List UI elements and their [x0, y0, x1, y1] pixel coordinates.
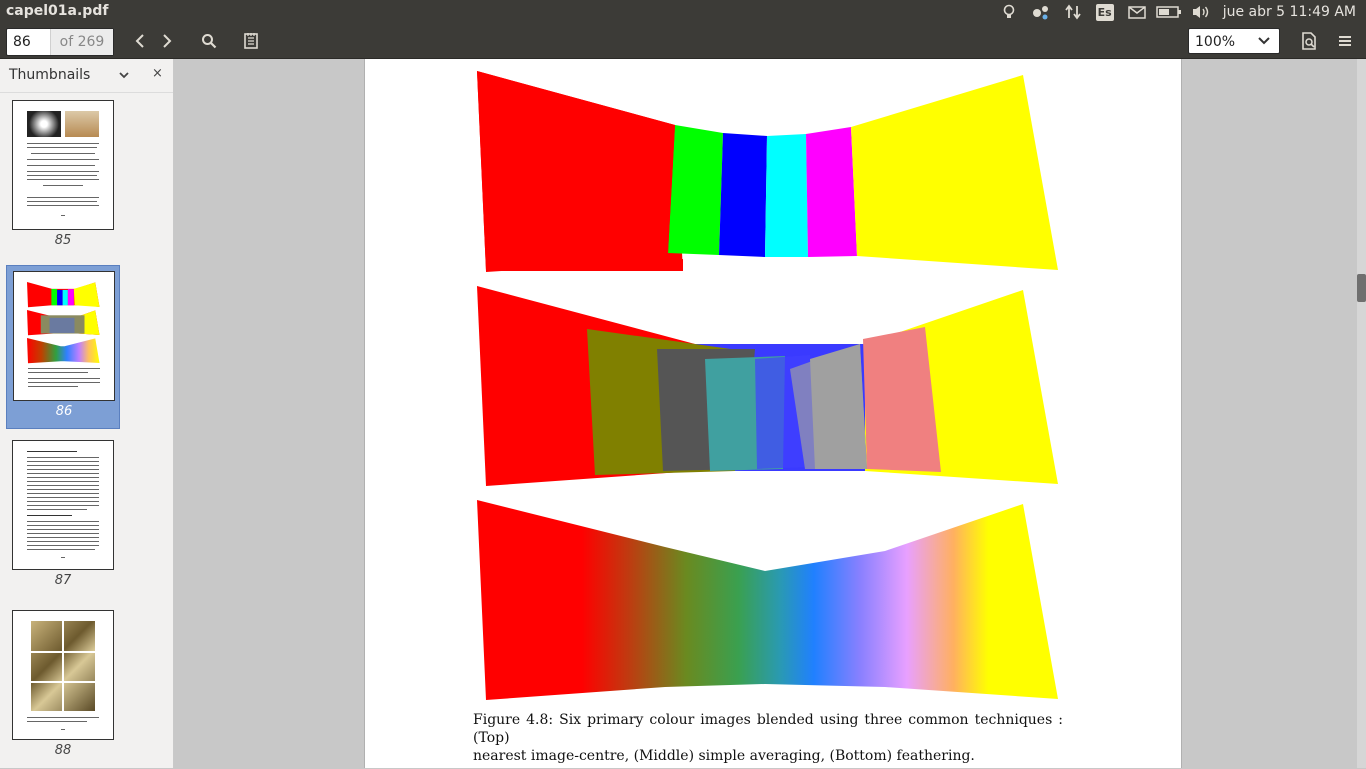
- figure-caption: Figure 4.8: Six primary colour images bl…: [473, 711, 1063, 765]
- thumbnail-page-87[interactable]: 87: [6, 435, 120, 599]
- thumbnail-page-85[interactable]: 85: [6, 95, 120, 259]
- thumbnail-image: [12, 100, 114, 230]
- close-sidebar-button[interactable]: ×: [152, 66, 163, 81]
- network-icon[interactable]: [1025, 0, 1057, 24]
- pdf-page: Figure 4.8: Six primary colour images bl…: [364, 59, 1182, 768]
- blend-row-middle: [477, 286, 1058, 486]
- mail-icon[interactable]: [1121, 0, 1153, 24]
- document-properties-icon: [1302, 32, 1316, 50]
- sidebar-header: Thumbnails ×: [0, 59, 173, 93]
- thumbnail-page-number: 86: [55, 404, 73, 419]
- zoom-value: 100%: [1195, 34, 1236, 50]
- top-panel: capel01a.pdf Es jue abr 5 11:49 AM: [0, 0, 1366, 24]
- thumbnail-image: [12, 440, 114, 570]
- scrollbar-thumb[interactable]: [1357, 274, 1366, 302]
- thumbnail-page-number: 87: [54, 573, 72, 588]
- chevron-down-icon[interactable]: [118, 69, 130, 81]
- zoom-select[interactable]: 100%: [1188, 28, 1280, 54]
- annotations-icon: [244, 33, 258, 49]
- transfer-icon[interactable]: [1057, 0, 1089, 24]
- thumbnail-image: [12, 610, 114, 740]
- toolbar: 86 of 269 100%: [0, 24, 1366, 59]
- volume-icon[interactable]: [1185, 0, 1217, 24]
- menu-icon: [1339, 36, 1351, 46]
- search-button[interactable]: [196, 28, 222, 54]
- battery-icon[interactable]: [1153, 0, 1185, 24]
- document-view[interactable]: Figure 4.8: Six primary colour images bl…: [174, 59, 1357, 768]
- page-selector[interactable]: 86 of 269: [6, 28, 114, 56]
- keyboard-icon[interactable]: Es: [1089, 0, 1121, 24]
- chevron-left-icon: [135, 34, 144, 48]
- caption-line-1: Figure 4.8: Six primary colour images bl…: [473, 712, 1063, 746]
- sidebar-title[interactable]: Thumbnails: [9, 67, 90, 83]
- figure-4-8: [477, 71, 1058, 700]
- vertical-scrollbar[interactable]: [1357, 59, 1366, 768]
- thumbnail-page-88[interactable]: 88: [6, 605, 120, 769]
- menu-button[interactable]: [1332, 28, 1358, 54]
- thumbnail-page-86[interactable]: 86: [6, 265, 120, 429]
- caption-line-2: nearest image-centre, (Middle) simple av…: [473, 748, 975, 764]
- previous-page-button[interactable]: [127, 28, 153, 54]
- search-icon: [202, 34, 217, 49]
- next-page-button[interactable]: [154, 28, 180, 54]
- chevron-right-icon: [163, 34, 172, 48]
- system-tray: Es jue abr 5 11:49 AM: [993, 0, 1366, 24]
- chevron-down-icon: [1258, 37, 1270, 45]
- page-number-input[interactable]: 86: [7, 29, 51, 55]
- thumbnails-sidebar: Thumbnails × 85 86 87 88: [0, 59, 174, 768]
- annotations-button[interactable]: [238, 28, 264, 54]
- thumbnail-page-number: 88: [54, 743, 72, 758]
- window-title: capel01a.pdf: [6, 3, 109, 19]
- clock[interactable]: jue abr 5 11:49 AM: [1217, 4, 1366, 20]
- thumbnail-image: [13, 271, 115, 401]
- page-total-label: of 269: [51, 29, 113, 55]
- document-properties-button[interactable]: [1296, 28, 1322, 54]
- blend-row-top: [477, 71, 1058, 272]
- thumbnail-page-number: 85: [54, 233, 72, 248]
- lightbulb-icon[interactable]: [993, 0, 1025, 24]
- blend-row-bottom: [477, 500, 1058, 700]
